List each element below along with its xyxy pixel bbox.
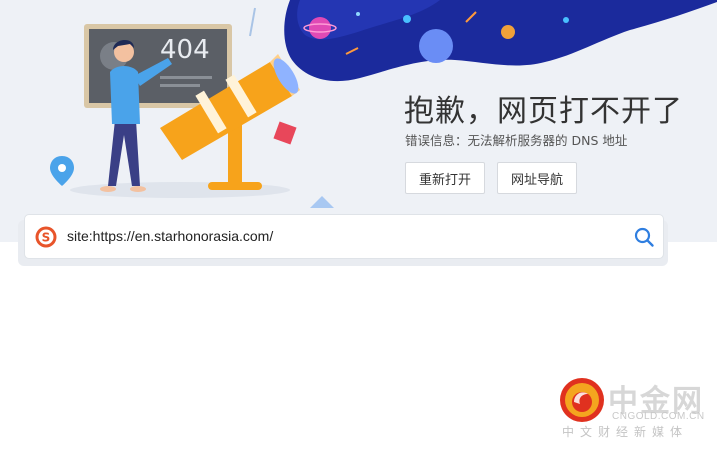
planet-icon [309,17,331,39]
search-input[interactable]: site:https://en.starhonorasia.com/ [67,228,273,244]
decor-square [273,121,297,145]
url-nav-button[interactable]: 网址导航 [497,162,577,194]
watermark-tagline: 中文财经新媒体 [562,425,689,439]
location-pin-icon [50,156,74,186]
person-foot [130,186,146,192]
error-message: 错误信息：无法解析服务器的 DNS 地址 [405,133,628,148]
person-legs [108,120,140,186]
error-title: 抱歉，网页打不开了 [404,94,683,129]
svg-text:S: S [42,231,51,245]
decor-triangle [310,196,334,208]
star-icon [403,15,411,23]
reopen-button[interactable]: 重新打开 [405,162,485,194]
board-line [160,84,200,87]
search-bar[interactable]: S site:https://en.starhonorasia.com/ [24,214,664,259]
planet-icon [501,25,515,39]
planet-icon [419,29,453,63]
person-body [110,66,140,124]
star-icon [356,12,360,16]
person-foot [100,186,116,192]
cngold-logo-icon [560,378,604,422]
star-icon [563,17,569,23]
decor-line [249,7,256,37]
watermark-domain: CNGOLD.COM.CN [612,411,705,422]
search-icon[interactable] [633,226,655,248]
sogou-logo-icon: S [35,226,57,248]
board-line [160,76,212,79]
